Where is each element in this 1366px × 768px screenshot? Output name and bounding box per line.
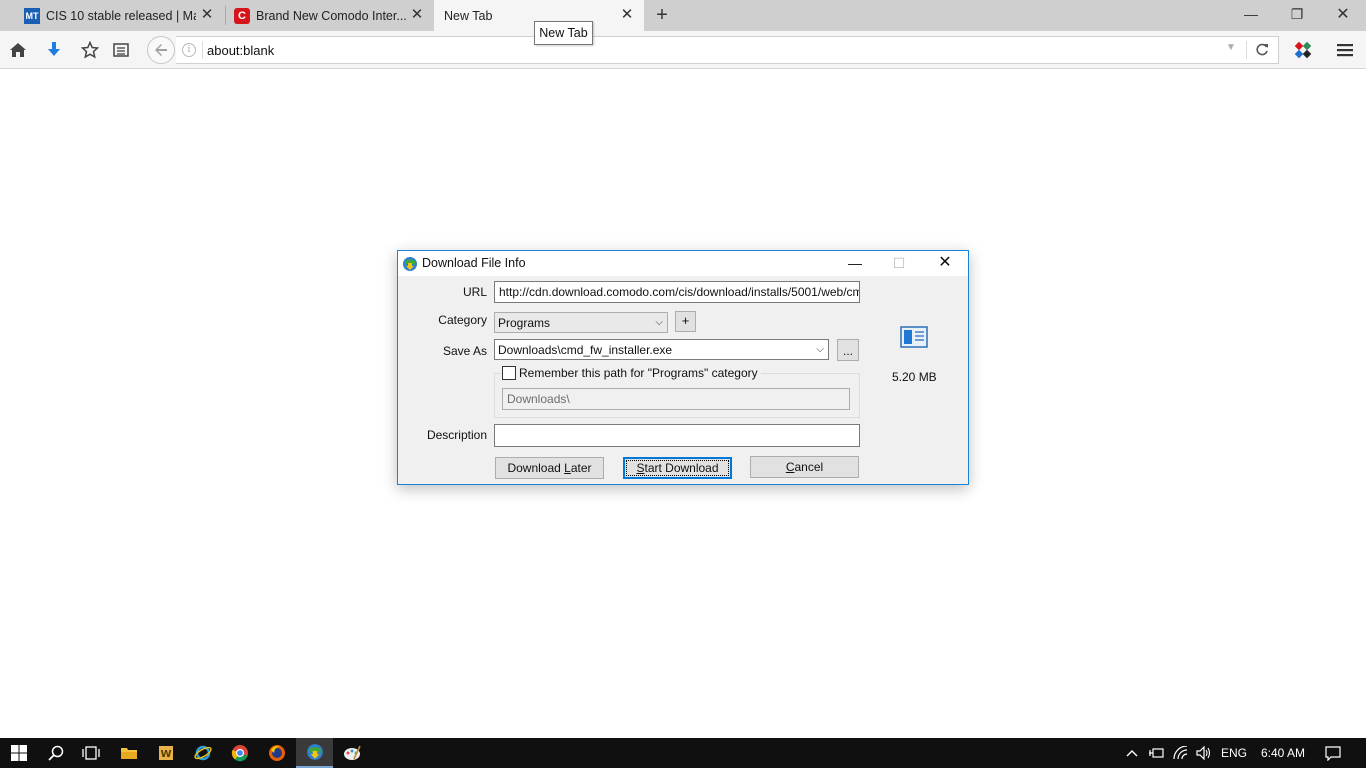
- category-select[interactable]: Programs ⌵: [494, 312, 668, 333]
- task-view-button[interactable]: [72, 738, 109, 768]
- wifi-icon: [1173, 746, 1188, 760]
- back-button[interactable]: [147, 36, 175, 64]
- tab-close-icon[interactable]: ✕: [620, 7, 634, 22]
- taskbar-file-explorer[interactable]: [110, 738, 147, 768]
- tab-title: Brand New Comodo Inter...: [256, 8, 406, 23]
- cancel-label-post: ancel: [794, 460, 824, 474]
- start-download-button[interactable]: Start Download: [623, 457, 732, 479]
- download-later-label-post: ater: [570, 461, 592, 475]
- taskbar-firefox[interactable]: [258, 738, 295, 768]
- power-plug-icon: [1149, 748, 1164, 758]
- volume-tray[interactable]: [1192, 738, 1216, 768]
- firefox-icon: [268, 745, 285, 761]
- download-later-button[interactable]: Download Later: [495, 457, 604, 479]
- taskbar-word[interactable]: W: [147, 738, 184, 768]
- url-divider: [1246, 41, 1247, 59]
- description-field[interactable]: [494, 424, 860, 447]
- chevron-down-icon: ⌵: [816, 344, 824, 355]
- battery-tray[interactable]: [1144, 738, 1168, 768]
- chevron-up-icon: [1126, 750, 1138, 757]
- url-divider: [202, 41, 203, 59]
- start-button[interactable]: [0, 738, 37, 768]
- show-hidden-icons-button[interactable]: [1120, 738, 1144, 768]
- svg-text:W: W: [160, 749, 171, 760]
- reader-list-icon[interactable]: [111, 40, 131, 60]
- url-field[interactable]: http://cdn.download.comodo.com/cis/downl…: [494, 281, 860, 303]
- bookmark-star-icon[interactable]: [80, 40, 100, 60]
- task-view-icon: [81, 746, 100, 760]
- taskbar-paint[interactable]: [333, 738, 370, 768]
- comodo-favicon-icon: C: [234, 7, 250, 24]
- folder-icon: [120, 748, 137, 759]
- dialog-minimize-button[interactable]: —: [833, 251, 877, 276]
- tab-close-icon[interactable]: ✕: [410, 7, 424, 22]
- tab-comodo[interactable]: C Brand New Comodo Inter... ✕: [226, 0, 434, 31]
- search-button[interactable]: [37, 738, 74, 768]
- tab-tooltip: New Tab: [534, 21, 593, 45]
- dialog-close-button[interactable]: ✕: [923, 251, 967, 276]
- new-tab-button[interactable]: +: [652, 5, 672, 25]
- reload-icon[interactable]: [1255, 40, 1269, 62]
- tab-strip: MT CIS 10 stable released | Ma... ✕ C Br…: [0, 0, 1366, 31]
- download-later-label-mnemonic: L: [564, 461, 571, 475]
- dialog-maximize-button: ☐: [892, 255, 906, 271]
- malwaretips-favicon-icon: MT: [24, 7, 40, 24]
- windows-taskbar: W ENG 6:40 AM: [0, 738, 1366, 768]
- windows-logo-icon: [10, 745, 27, 761]
- action-center-button[interactable]: [1317, 738, 1349, 768]
- home-icon[interactable]: [8, 40, 28, 60]
- tab-close-icon[interactable]: ✕: [200, 7, 214, 22]
- category-label: Category: [438, 313, 487, 327]
- chrome-icon: [231, 745, 248, 762]
- minimize-button[interactable]: —: [1228, 0, 1274, 31]
- dialog-title-bar[interactable]: Download File Info — ☐ ✕: [398, 251, 968, 276]
- url-label: URL: [462, 285, 487, 299]
- idm-logo-icon: [403, 257, 417, 271]
- save-as-select[interactable]: Downloads\cmd_fw_installer.exe ⌵: [494, 339, 829, 360]
- chevron-down-icon: ⌵: [655, 317, 663, 328]
- menu-hamburger-icon[interactable]: [1335, 40, 1355, 60]
- url-history-dropdown-icon[interactable]: ▼: [1226, 42, 1236, 53]
- speaker-icon: [1196, 746, 1211, 760]
- taskbar-chrome[interactable]: [221, 738, 258, 768]
- remember-path-checkbox[interactable]: [502, 366, 516, 380]
- taskbar-idm[interactable]: [296, 738, 333, 768]
- navigation-toolbar: i about:blank ▼: [0, 31, 1366, 69]
- taskbar-internet-explorer[interactable]: [184, 738, 221, 768]
- description-label: Description: [426, 428, 487, 442]
- site-info-icon[interactable]: i: [182, 43, 196, 57]
- search-icon: [47, 745, 63, 761]
- browse-button[interactable]: ...: [837, 339, 859, 361]
- save-as-value[interactable]: Downloads\cmd_fw_installer.exe: [498, 343, 672, 357]
- dialog-title: Download File Info: [422, 256, 526, 270]
- close-window-button[interactable]: ✕: [1320, 0, 1366, 31]
- remember-path-label[interactable]: Remember this path for "Programs" catego…: [516, 366, 761, 380]
- notification-icon: [1325, 746, 1341, 761]
- category-value: Programs: [498, 316, 551, 330]
- download-icon[interactable]: [44, 40, 64, 60]
- focus-ring: [626, 460, 729, 476]
- network-tray[interactable]: [1168, 738, 1194, 768]
- file-size: 5.20 MB: [892, 370, 937, 384]
- idm-icon: [306, 744, 323, 760]
- internet-explorer-icon: [193, 745, 212, 761]
- tab-title: CIS 10 stable released | Ma...: [46, 8, 196, 23]
- file-type-icon: [900, 326, 928, 348]
- tab-cis-release[interactable]: MT CIS 10 stable released | Ma... ✕: [0, 0, 224, 31]
- language-indicator[interactable]: ENG: [1221, 746, 1247, 760]
- save-as-label: Save As: [442, 344, 487, 358]
- address-bar[interactable]: i about:blank ▼: [176, 36, 1279, 64]
- paint-icon: [343, 745, 361, 760]
- download-later-label-pre: Download: [507, 461, 565, 475]
- clock[interactable]: 6:40 AM: [1261, 746, 1305, 760]
- address-text[interactable]: about:blank: [207, 43, 274, 58]
- cancel-button[interactable]: Cancel: [750, 456, 859, 478]
- restore-button[interactable]: ❐: [1274, 0, 1320, 31]
- remember-path-field: Downloads\: [502, 388, 850, 410]
- comodo-extension-icon[interactable]: [1293, 40, 1313, 60]
- word-icon: W: [158, 746, 173, 760]
- add-category-button[interactable]: +: [675, 311, 696, 332]
